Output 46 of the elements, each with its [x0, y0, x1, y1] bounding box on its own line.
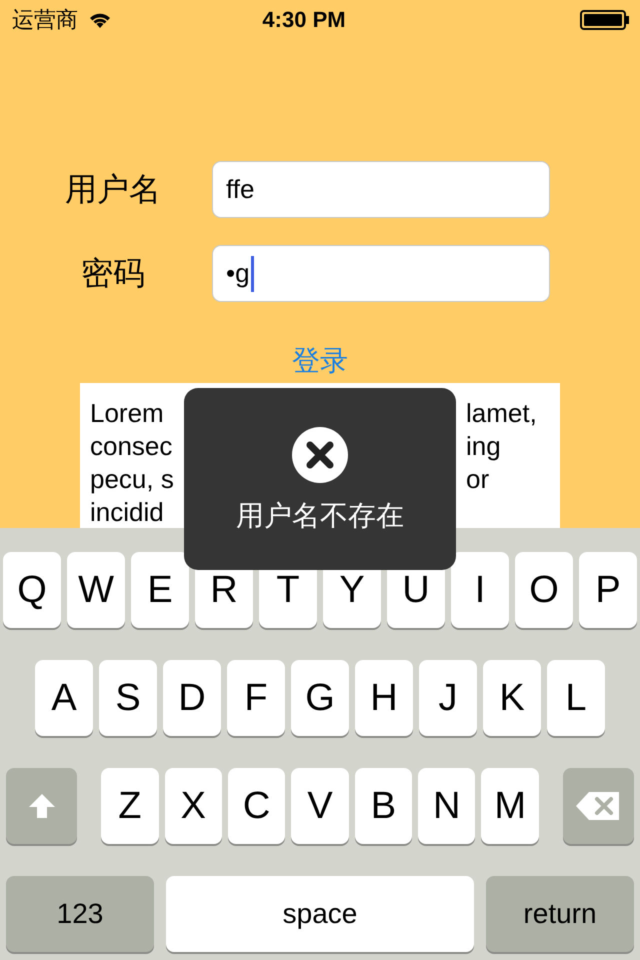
letter-key[interactable]: O [515, 552, 573, 628]
letter-key[interactable]: B [354, 768, 412, 844]
text-fragment: ing [466, 430, 502, 463]
letter-key[interactable]: H [355, 660, 413, 736]
carrier-name: 运营商 [12, 6, 78, 34]
text-fragment: Lorem [90, 397, 164, 430]
wifi-icon [88, 11, 112, 29]
return-key[interactable]: return [486, 876, 634, 952]
text-fragment: or [466, 463, 490, 496]
letter-key[interactable]: Q [3, 552, 61, 628]
letter-key[interactable]: D [163, 660, 221, 736]
space-key[interactable]: space [166, 876, 474, 952]
battery-icon [580, 10, 630, 30]
letter-key[interactable]: K [483, 660, 541, 736]
backspace-icon [575, 791, 622, 821]
shift-key[interactable] [6, 768, 78, 844]
shift-icon [28, 792, 56, 820]
letter-key[interactable]: P [579, 552, 637, 628]
letter-key[interactable]: N [418, 768, 476, 844]
delete-key[interactable] [562, 768, 634, 844]
letter-key[interactable]: E [131, 552, 189, 628]
text-fragment: lamet, [466, 397, 538, 430]
letter-key[interactable]: C [228, 768, 286, 844]
close-icon [292, 427, 348, 483]
letter-key[interactable]: V [291, 768, 349, 844]
text-fragment: consec [90, 430, 172, 463]
letter-key[interactable]: X [164, 768, 222, 844]
letter-key[interactable]: Z [101, 768, 159, 844]
numbers-key[interactable]: 123 [6, 876, 154, 952]
letter-key[interactable]: M [481, 768, 539, 844]
letter-key[interactable]: G [291, 660, 349, 736]
letter-key[interactable]: S [99, 660, 157, 736]
field-label: 密码 [80, 254, 146, 292]
letter-key[interactable]: I [451, 552, 509, 628]
clock-time: 4:30 PM [261, 7, 347, 33]
text-fragment: pecu, s [90, 463, 174, 496]
letter-key[interactable]: J [419, 660, 477, 736]
input-field[interactable]: ffe [212, 161, 550, 218]
text-fragment: incidid [90, 496, 164, 528]
input-field[interactable]: •g [212, 245, 550, 302]
toast-text: 用户名不存在 [236, 499, 404, 533]
field-label: 用户名 [64, 170, 162, 208]
letter-key[interactable]: A [35, 660, 93, 736]
letter-key[interactable]: F [227, 660, 285, 736]
letter-key[interactable]: W [67, 552, 125, 628]
letter-key[interactable]: L [547, 660, 605, 736]
